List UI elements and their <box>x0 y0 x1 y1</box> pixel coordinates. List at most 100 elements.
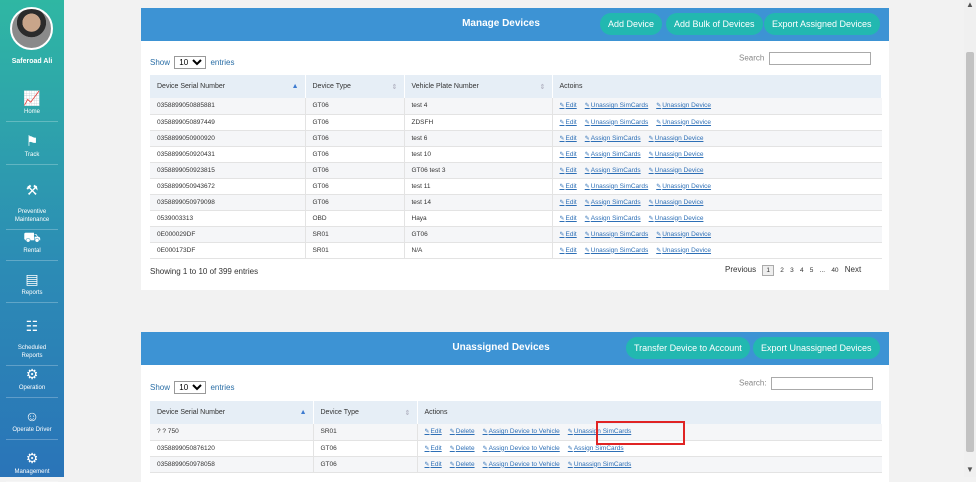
pagination-page[interactable]: 5 <box>810 267 814 274</box>
sort-icon: ⇕ <box>391 83 398 91</box>
action-link[interactable]: ✎Delete <box>450 445 475 452</box>
action-label: Unassign Device <box>662 102 712 110</box>
export-unassigned-devices-button[interactable]: Export Unassigned Devices <box>753 337 880 359</box>
cell-plate: test 10 <box>404 146 553 163</box>
action-link[interactable]: ✎Unassign Device <box>656 231 711 238</box>
sidebar-item-preventive-maintenance[interactable]: ⚒ Preventive Maintenance <box>0 174 64 230</box>
action-link[interactable]: ✎Unassign SimCards <box>585 247 648 254</box>
action-link[interactable]: ✎Edit <box>560 215 577 222</box>
action-link[interactable]: ✎Assign SimCards <box>568 445 624 452</box>
sidebar-item-operate-driver[interactable]: ☺ Operate Driver <box>0 408 64 440</box>
action-link[interactable]: ✎Edit <box>425 428 442 435</box>
action-link[interactable]: ✎Edit <box>560 247 577 254</box>
pagination-page[interactable]: 4 <box>800 267 804 274</box>
avatar[interactable] <box>10 7 53 50</box>
pagination-page[interactable]: 3 <box>790 267 794 274</box>
sidebar-item-operation[interactable]: ⚙ Operation <box>0 366 64 398</box>
action-link[interactable]: ✎Unassign Device <box>656 119 711 126</box>
action-link[interactable]: ✎Unassign SimCards <box>585 119 648 126</box>
page-scrollbar[interactable]: ▲ ▼ <box>964 0 976 477</box>
action-link[interactable]: ✎Assign SimCards <box>585 151 641 158</box>
action-link[interactable]: ✎Edit <box>560 135 577 142</box>
car-icon: ⛟ <box>23 229 41 245</box>
action-link[interactable]: ✎Unassign Device <box>656 247 711 254</box>
cell-type: OBD <box>305 210 405 227</box>
scroll-thumb[interactable] <box>966 52 974 452</box>
action-link[interactable]: ✎Delete <box>450 428 475 435</box>
sidebar-item-track[interactable]: ⚑ Track <box>0 133 64 165</box>
entries-label: entries <box>210 383 235 392</box>
action-link[interactable]: ✎Edit <box>560 102 577 109</box>
search-input[interactable] <box>768 52 871 65</box>
edit-icon: ✎ <box>648 151 654 158</box>
cell-serial: 0358899050923815 <box>150 162 306 179</box>
entries-select[interactable]: 10 <box>174 381 207 394</box>
edit-icon: ✎ <box>584 135 590 142</box>
action-link[interactable]: ✎Edit <box>425 445 442 452</box>
action-link[interactable]: ✎Unassign Device <box>656 102 711 109</box>
sidebar-item-rental[interactable]: ⛟ Rental <box>0 229 64 261</box>
entries-select[interactable]: 10 <box>174 56 207 69</box>
sidebar-item-scheduled-reports[interactable]: ☷ Scheduled Reports <box>0 310 64 366</box>
action-link[interactable]: ✎Delete <box>450 461 475 468</box>
action-link[interactable]: ✎Edit <box>560 151 577 158</box>
action-link[interactable]: ✎Assign SimCards <box>585 199 641 206</box>
action-link[interactable]: ✎Unassign Device <box>656 183 711 190</box>
action-link[interactable]: ✎Edit <box>425 461 442 468</box>
action-link[interactable]: ✎Edit <box>560 199 577 206</box>
action-link[interactable]: ✎Unassign Device <box>649 135 704 142</box>
action-label: Assign SimCards <box>590 166 641 174</box>
cell-serial: 0539003313 <box>150 210 306 227</box>
edit-icon: ✎ <box>584 247 590 254</box>
column-header-serial[interactable]: Device Serial Number ▲ <box>150 75 306 98</box>
search-input[interactable] <box>770 377 873 390</box>
action-link[interactable]: ✎Unassign Device <box>649 151 704 158</box>
action-link[interactable]: ✎Unassign SimCards <box>585 231 648 238</box>
export-assigned-devices-button[interactable]: Export Assigned Devices <box>764 13 880 35</box>
gears-icon: ⚙ <box>25 366 39 382</box>
add-bulk-devices-button[interactable]: Add Bulk of Devices <box>666 13 763 35</box>
column-header-type[interactable]: Device Type ⇕ <box>313 401 418 424</box>
add-device-button[interactable]: Add Device <box>600 13 663 35</box>
edit-icon: ✎ <box>656 247 662 254</box>
action-link[interactable]: ✎Edit <box>560 183 577 190</box>
edit-icon: ✎ <box>559 199 565 206</box>
pagination-previous[interactable]: Previous <box>725 265 756 274</box>
sidebar-item-home[interactable]: 📈 Home <box>0 90 64 122</box>
edit-icon: ✎ <box>559 151 565 158</box>
action-link[interactable]: ✎Unassign SimCards <box>568 461 631 468</box>
scroll-down-icon[interactable]: ▼ <box>965 465 975 475</box>
action-label: Assign SimCards <box>590 214 641 222</box>
scroll-up-icon[interactable]: ▲ <box>965 0 975 10</box>
pagination-page[interactable]: 1 <box>762 265 774 276</box>
action-label: Edit <box>565 134 577 142</box>
action-label: Unassign SimCards <box>590 246 649 254</box>
pagination-next[interactable]: Next <box>845 265 861 274</box>
action-link[interactable]: ✎Unassign Device <box>649 167 704 174</box>
action-link[interactable]: ✎Assign Device to Vehicle <box>483 428 560 435</box>
manage-devices-table: Device Serial Number ▲ Device Type ⇕ Vehic… <box>150 75 882 259</box>
sidebar-item-reports[interactable]: ▤ Reports <box>0 271 64 303</box>
action-link[interactable]: ✎Edit <box>560 231 577 238</box>
action-link[interactable]: ✎Unassign Device <box>649 199 704 206</box>
sidebar-item-management[interactable]: ⚙ Management <box>0 450 64 482</box>
sidebar: Saferoad Ali 📈 Home ⚑ Track ⚒ Preventive… <box>0 0 64 482</box>
action-link[interactable]: ✎Assign Device to Vehicle <box>483 445 560 452</box>
column-header-plate[interactable]: Vehicle Plate Number ⇕ <box>404 75 553 98</box>
cell-actions: ✎Edit ✎Unassign SimCards ✎Unassign Device <box>552 98 882 115</box>
column-header-type[interactable]: Device Type ⇕ <box>305 75 405 98</box>
action-link[interactable]: ✎Assign SimCards <box>585 167 641 174</box>
sidebar-item-label: Management <box>14 469 50 475</box>
column-header-serial[interactable]: Device Serial Number ▲ <box>150 401 314 424</box>
action-link[interactable]: ✎Edit <box>560 167 577 174</box>
action-link[interactable]: ✎Unassign SimCards <box>585 102 648 109</box>
action-link[interactable]: ✎Edit <box>560 119 577 126</box>
pagination-page[interactable]: 2 <box>780 267 784 274</box>
pagination-page[interactable]: 40 <box>831 267 838 274</box>
action-link[interactable]: ✎Assign Device to Vehicle <box>483 461 560 468</box>
action-link[interactable]: ✎Assign SimCards <box>585 135 641 142</box>
action-link[interactable]: ✎Assign SimCards <box>585 215 641 222</box>
transfer-device-button[interactable]: Transfer Device to Account <box>626 337 750 359</box>
action-link[interactable]: ✎Unassign SimCards <box>585 183 648 190</box>
action-link[interactable]: ✎Unassign Device <box>649 215 704 222</box>
